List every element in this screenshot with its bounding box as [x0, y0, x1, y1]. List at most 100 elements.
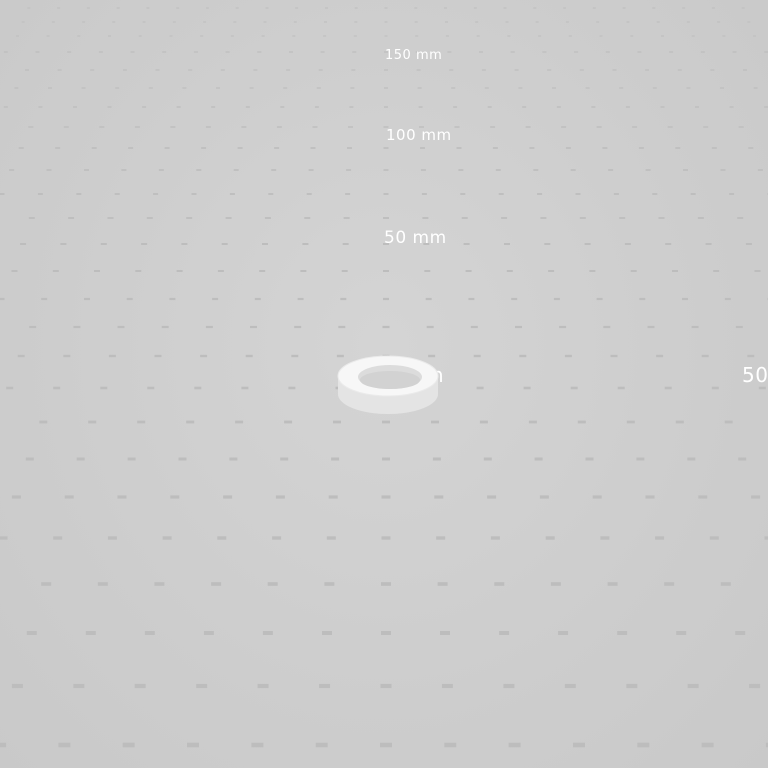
grid-dot	[217, 270, 224, 272]
grid-dot	[381, 495, 391, 499]
grid-dot	[636, 457, 645, 461]
grid-dot	[346, 169, 352, 171]
grid-dot	[565, 21, 569, 23]
grid-dot	[384, 7, 388, 9]
3d-viewport[interactable]: 150 mm 100 mm 50 mm 0 mm 50	[0, 0, 768, 768]
grid-dot	[233, 169, 239, 171]
grid-dot	[683, 169, 688, 171]
grid-dot	[107, 217, 114, 219]
grid-dot	[676, 631, 687, 635]
grid-dot	[249, 87, 254, 89]
grid-dot	[487, 106, 492, 108]
grid-dot	[479, 420, 488, 424]
grid-dot	[610, 354, 618, 358]
grid-dot	[550, 582, 561, 586]
grid-dot	[738, 457, 747, 461]
grid-dot	[458, 169, 464, 171]
grid-dot	[552, 87, 556, 89]
grid-dot	[77, 35, 81, 37]
grid-dot	[506, 270, 513, 272]
grid-dot	[434, 495, 444, 499]
grid-dot	[515, 325, 522, 329]
grid-dot	[490, 126, 496, 128]
grid-dot	[498, 193, 504, 195]
grid-dot	[212, 297, 219, 301]
grid-dot	[476, 35, 480, 37]
grid-dot	[447, 51, 452, 53]
grid-dot	[525, 126, 531, 128]
grid-dot	[46, 35, 50, 37]
grid-dot	[193, 51, 198, 53]
grid-dot	[6, 386, 14, 390]
grid-dot	[461, 217, 468, 219]
grid-dot	[445, 35, 449, 37]
grid-dot	[326, 536, 336, 540]
grid-dot	[128, 147, 134, 149]
grid-dot	[414, 7, 418, 9]
grid-dot	[711, 386, 719, 390]
grid-dot	[98, 51, 103, 53]
grid-dot	[529, 147, 535, 149]
grid-dot	[347, 147, 352, 149]
grid-dot	[235, 7, 239, 9]
grid-dot	[647, 325, 655, 329]
grid-dot	[705, 243, 712, 245]
grid-dot	[542, 51, 547, 53]
grid-dot	[607, 582, 618, 586]
grid-dot	[415, 35, 419, 37]
grid-dot	[169, 35, 173, 37]
grid-dot	[176, 7, 180, 9]
grid-dot	[319, 683, 331, 689]
grid-dot	[475, 21, 479, 23]
grid-dot	[424, 270, 431, 272]
grid-dot	[230, 35, 234, 37]
grid-dot	[196, 683, 208, 689]
grid-dot	[245, 354, 253, 358]
grid-dot	[144, 631, 155, 635]
grid-dot	[223, 495, 233, 499]
grid-dot	[418, 106, 423, 108]
grid-dot	[220, 69, 225, 71]
grid-dot	[241, 386, 249, 390]
grid-dot	[518, 87, 523, 89]
grid-dot	[289, 51, 293, 53]
grid-dot	[494, 582, 505, 586]
grid-dot	[182, 87, 187, 89]
grid-dot	[25, 457, 34, 461]
grid-dot	[354, 7, 358, 9]
grid-dot	[86, 7, 90, 9]
grid-dot	[381, 536, 391, 540]
grid-dot	[338, 325, 346, 329]
grid-dot	[613, 193, 619, 195]
grid-dot	[41, 297, 48, 301]
grid-dot	[29, 325, 37, 329]
grid-dot	[508, 742, 521, 748]
grid-dot	[619, 217, 626, 219]
grid-dot	[564, 683, 576, 689]
grid-dot	[237, 147, 243, 149]
grid-dot	[58, 742, 71, 748]
grid-dot	[257, 51, 262, 53]
grid-dot	[0, 297, 5, 301]
grid-dot	[304, 217, 311, 219]
grid-dot	[271, 169, 277, 171]
grid-dot	[645, 495, 655, 499]
grid-dot	[626, 21, 630, 23]
grid-dot	[225, 217, 232, 219]
grid-dot	[205, 325, 213, 329]
grid-dot	[76, 193, 82, 195]
ring-model[interactable]	[334, 350, 444, 430]
grid-dot	[57, 69, 62, 71]
grid-dot	[637, 51, 642, 53]
grid-dot	[664, 386, 672, 390]
grid-dot	[297, 297, 304, 301]
grid-dot	[383, 270, 389, 272]
grid-dot	[322, 631, 332, 635]
grid-dot	[384, 69, 388, 71]
grid-dot	[11, 683, 23, 689]
grid-dot	[664, 582, 675, 586]
grid-dot	[20, 243, 27, 245]
grid-dot	[691, 35, 695, 37]
grid-dot	[747, 354, 755, 358]
grid-dot	[432, 457, 441, 461]
